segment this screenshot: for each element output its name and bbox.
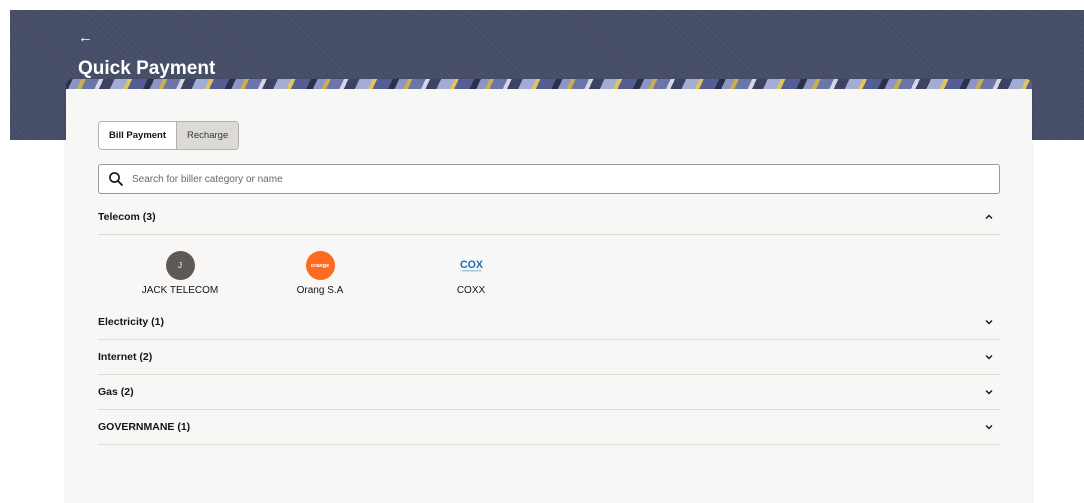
tab-recharge[interactable]: Recharge bbox=[176, 122, 239, 149]
back-arrow-icon[interactable]: ← bbox=[78, 29, 93, 47]
category-label: GOVERNMANE (1) bbox=[98, 421, 191, 433]
biller-coxx[interactable]: COX COXX bbox=[411, 251, 531, 296]
chevron-down-icon[interactable] bbox=[984, 422, 994, 432]
payment-type-tabs: Bill Payment Recharge bbox=[98, 121, 240, 150]
payment-card: Bill Payment Recharge Telecom (3) J JACK… bbox=[66, 79, 1032, 503]
chevron-down-icon[interactable] bbox=[984, 352, 994, 362]
orange-logo-text: orange bbox=[310, 262, 330, 269]
jack-telecom-logo: J bbox=[165, 251, 195, 280]
category-label: Electricity (1) bbox=[98, 316, 164, 328]
category-gas[interactable]: Gas (2) bbox=[98, 375, 1000, 410]
category-internet[interactable]: Internet (2) bbox=[98, 340, 1000, 375]
tab-bill-payment[interactable]: Bill Payment bbox=[99, 122, 177, 149]
biller-name: Orang S.A bbox=[296, 285, 344, 296]
category-electricity[interactable]: Electricity (1) bbox=[98, 305, 1000, 340]
svg-text:COX: COX bbox=[459, 258, 482, 270]
orange-logo: orange bbox=[305, 251, 335, 280]
category-governmane[interactable]: GOVERNMANE (1) bbox=[98, 410, 1000, 445]
search-input[interactable] bbox=[132, 173, 992, 185]
decorative-pattern-strip bbox=[66, 79, 1032, 89]
biller-name: COXX bbox=[456, 285, 486, 296]
biller-name: JACK TELECOM bbox=[141, 285, 219, 296]
chevron-down-icon[interactable] bbox=[984, 387, 994, 397]
search-box bbox=[98, 164, 1000, 194]
category-label: Gas (2) bbox=[98, 386, 134, 398]
category-label: Telecom (3) bbox=[98, 211, 156, 223]
search-icon bbox=[109, 172, 123, 186]
cox-logo-mark: COX bbox=[459, 258, 483, 271]
cox-logo: COX bbox=[457, 251, 486, 280]
biller-orang-sa[interactable]: orange Orang S.A bbox=[260, 251, 380, 296]
category-telecom[interactable]: Telecom (3) bbox=[98, 200, 1000, 235]
jack-logo-text: J bbox=[178, 261, 182, 270]
category-label: Internet (2) bbox=[98, 351, 153, 363]
chevron-up-icon[interactable] bbox=[984, 212, 994, 222]
biller-jack-telecom[interactable]: J JACK TELECOM bbox=[120, 251, 240, 296]
chevron-down-icon[interactable] bbox=[984, 317, 994, 327]
telecom-biller-list: J JACK TELECOM orange Orang S.A COX COXX bbox=[98, 247, 1000, 307]
